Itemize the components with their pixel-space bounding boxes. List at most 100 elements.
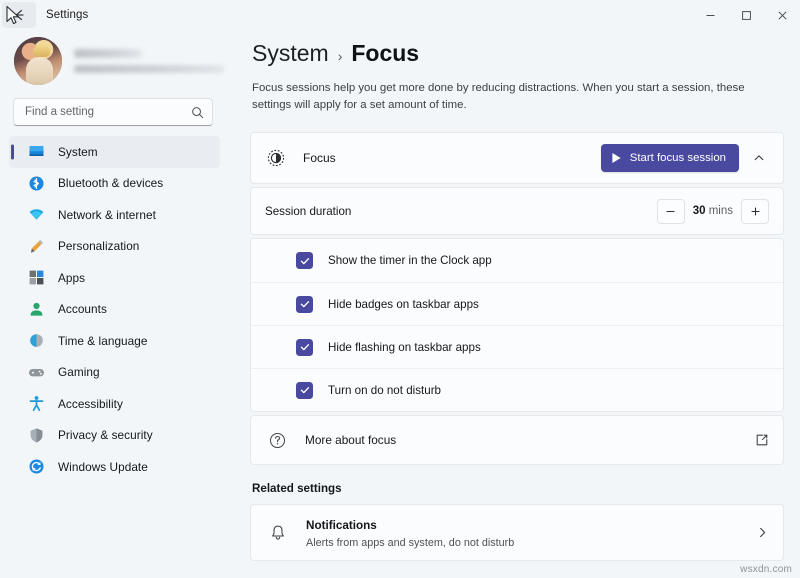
related-item-notifications[interactable]: Notifications Alerts from apps and syste… — [251, 505, 783, 560]
more-about-focus-card[interactable]: More about focus — [250, 415, 784, 465]
search-input[interactable] — [25, 106, 191, 118]
breadcrumb-separator: › — [338, 48, 343, 64]
focus-header-card: Focus Start focus session — [250, 132, 784, 184]
minimize-button[interactable] — [692, 0, 728, 30]
checkbox-turn-on-do-not-disturb[interactable] — [296, 382, 313, 399]
option-row[interactable]: Show the timer in the Clock app — [251, 239, 783, 282]
shield-icon — [27, 426, 45, 444]
sidebar-item-bluetooth-devices[interactable]: Bluetooth & devices — [9, 168, 220, 200]
sidebar-item-accessibility[interactable]: Accessibility — [9, 388, 220, 420]
chevron-up-icon — [753, 152, 765, 164]
sidebar-nav: System Bluetooth & devices — [0, 136, 226, 483]
checkbox-hide-badges-taskbar[interactable] — [296, 296, 313, 313]
related-item-text: Notifications Alerts from apps and syste… — [306, 516, 756, 549]
duration-value: 30 mins — [693, 205, 733, 217]
option-row[interactable]: Hide badges on taskbar apps — [251, 282, 783, 325]
option-label: Turn on do not disturb — [328, 384, 441, 397]
external-link-icon[interactable] — [755, 433, 769, 447]
paintbrush-icon — [27, 237, 45, 255]
option-row[interactable]: Turn on do not disturb — [251, 368, 783, 411]
chevron-right-icon[interactable] — [756, 526, 769, 539]
sidebar-item-label: Gaming — [58, 365, 100, 379]
back-button[interactable] — [2, 2, 36, 28]
start-focus-session-button[interactable]: Start focus session — [601, 144, 739, 172]
session-duration-card: Session duration 30 mins — [250, 187, 784, 235]
sidebar-item-label: Privacy & security — [58, 428, 153, 442]
sidebar-item-personalization[interactable]: Personalization — [9, 231, 220, 263]
monitor-icon — [27, 143, 45, 161]
globe-clock-icon — [27, 332, 45, 350]
sidebar-item-network-internet[interactable]: Network & internet — [9, 199, 220, 231]
sidebar-item-label: Time & language — [58, 334, 148, 348]
related-item-subtitle: Alerts from apps and system, do not dist… — [306, 537, 756, 549]
sidebar-item-privacy-security[interactable]: Privacy & security — [9, 420, 220, 452]
person-icon — [27, 300, 45, 318]
sidebar-item-label: Apps — [58, 271, 85, 285]
window-controls — [692, 0, 800, 30]
sidebar-item-apps[interactable]: Apps — [9, 262, 220, 294]
sidebar-item-accounts[interactable]: Accounts — [9, 294, 220, 326]
checkmark-icon — [299, 298, 311, 310]
avatar — [14, 37, 62, 85]
settings-window: Settings — [0, 0, 800, 578]
option-label: Hide flashing on taskbar apps — [328, 341, 481, 354]
duration-number: 30 — [693, 205, 706, 217]
sidebar-item-system[interactable]: System — [9, 136, 220, 168]
sidebar-item-label: Personalization — [58, 239, 139, 253]
more-about-focus-row[interactable]: More about focus — [251, 416, 783, 464]
back-arrow-icon — [12, 8, 26, 22]
focus-options-card: Show the timer in the Clock app Hide bad… — [250, 238, 784, 412]
session-duration-stepper: 30 mins — [657, 199, 769, 224]
profile-email-redacted — [74, 65, 224, 73]
wifi-icon — [27, 206, 45, 224]
page-description: Focus sessions help you get more done by… — [252, 80, 782, 114]
related-item-title: Notifications — [306, 519, 377, 532]
sidebar-item-label: Windows Update — [58, 460, 148, 474]
checkmark-icon — [299, 384, 311, 396]
sidebar-item-windows-update[interactable]: Windows Update — [9, 451, 220, 483]
checkbox-hide-flashing-taskbar[interactable] — [296, 339, 313, 356]
related-settings-heading: Related settings — [252, 482, 782, 495]
app-title: Settings — [46, 9, 88, 21]
gamepad-icon — [27, 363, 45, 381]
related-settings-card[interactable]: Notifications Alerts from apps and syste… — [250, 504, 784, 561]
close-icon — [777, 10, 788, 21]
breadcrumb-parent[interactable]: System — [252, 40, 329, 67]
close-button[interactable] — [764, 0, 800, 30]
avatar-hair — [33, 45, 49, 57]
session-duration-row: Session duration 30 mins — [251, 188, 783, 234]
sidebar-item-gaming[interactable]: Gaming — [9, 357, 220, 389]
profile-text — [74, 49, 226, 73]
title-bar: Settings — [0, 0, 800, 30]
profile-name-redacted — [74, 49, 142, 58]
increase-duration-button[interactable] — [741, 199, 769, 224]
user-profile[interactable] — [0, 30, 226, 92]
decrease-duration-button[interactable] — [657, 199, 685, 224]
update-icon — [27, 458, 45, 476]
minimize-icon — [705, 10, 716, 21]
sidebar-item-label: System — [58, 145, 98, 159]
help-circle-icon — [267, 432, 287, 449]
option-label: Show the timer in the Clock app — [328, 254, 492, 267]
bluetooth-icon — [27, 174, 45, 192]
more-about-focus-label: More about focus — [305, 433, 755, 447]
maximize-icon — [741, 10, 752, 21]
checkbox-show-timer-clock-app[interactable] — [296, 252, 313, 269]
collapse-focus-button[interactable] — [745, 144, 773, 172]
minus-icon — [665, 206, 676, 217]
content-area: System › Focus Focus sessions help you g… — [236, 30, 800, 578]
focus-card-group: Focus Start focus session — [250, 132, 784, 465]
plus-icon — [750, 206, 761, 217]
bell-icon — [267, 524, 289, 542]
avatar-figure — [26, 57, 53, 85]
focus-timer-icon — [265, 149, 287, 167]
sidebar-item-time-language[interactable]: Time & language — [9, 325, 220, 357]
sidebar: System Bluetooth & devices — [0, 30, 236, 578]
option-label: Hide badges on taskbar apps — [328, 298, 479, 311]
start-focus-session-label: Start focus session — [630, 152, 726, 164]
maximize-button[interactable] — [728, 0, 764, 30]
sidebar-item-label: Bluetooth & devices — [58, 176, 163, 190]
search-box[interactable] — [13, 98, 213, 126]
option-row[interactable]: Hide flashing on taskbar apps — [251, 325, 783, 368]
accessibility-icon — [27, 395, 45, 413]
